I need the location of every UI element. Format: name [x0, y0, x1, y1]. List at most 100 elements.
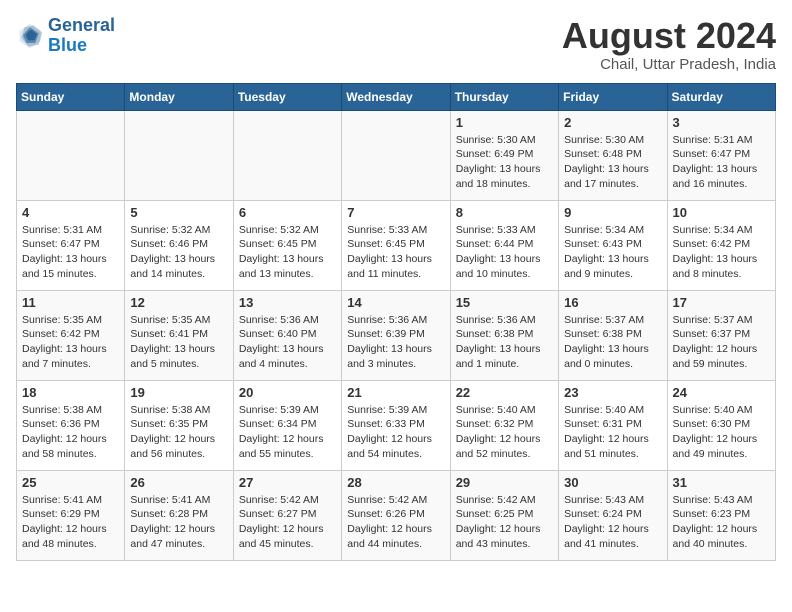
month-title: August 2024: [562, 16, 776, 56]
day-number: 20: [239, 385, 336, 400]
calendar-cell: 12Sunrise: 5:35 AMSunset: 6:41 PMDayligh…: [125, 290, 233, 380]
weekday-header-wednesday: Wednesday: [342, 83, 450, 110]
calendar-cell: 16 Sunrise: 5:37 AMSunset: 6:38 PMDayligh…: [559, 290, 667, 380]
day-number: 17: [673, 295, 770, 310]
day-number: 4: [22, 205, 119, 220]
day-number: 19: [130, 385, 227, 400]
calendar-cell: [17, 110, 125, 200]
day-number: 21: [347, 385, 444, 400]
day-number: 6: [239, 205, 336, 220]
day-info: Sunrise: 5:37 AMSunset: 6:38 PMDaylight:…: [564, 313, 661, 372]
day-number: 26: [130, 475, 227, 490]
calendar-cell: 1Sunrise: 5:30 AMSunset: 6:49 PMDaylight…: [450, 110, 558, 200]
day-info: Sunrise: 5:32 AMSunset: 6:45 PMDaylight:…: [239, 223, 336, 282]
day-number: 15: [456, 295, 553, 310]
day-number: 14: [347, 295, 444, 310]
calendar-cell: 11 Sunrise: 5:35 AMSunset: 6:42 PMDayligh…: [17, 290, 125, 380]
day-number: 2: [564, 115, 661, 130]
day-info: Sunrise: 5:38 AMSunset: 6:35 PMDaylight:…: [130, 403, 227, 462]
calendar-cell: 26 Sunrise: 5:41 AMSunset: 6:28 PMDayligh…: [125, 470, 233, 560]
day-number: 31: [673, 475, 770, 490]
day-number: 30: [564, 475, 661, 490]
calendar-cell: 24Sunrise: 5:40 AMSunset: 6:30 PMDayligh…: [667, 380, 775, 470]
calendar-cell: 13Sunrise: 5:36 AMSunset: 6:40 PMDayligh…: [233, 290, 341, 380]
day-number: 10: [673, 205, 770, 220]
day-number: 16: [564, 295, 661, 310]
day-info: Sunrise: 5:34 AMSunset: 6:43 PMDaylight:…: [564, 223, 661, 282]
day-info: Sunrise: 5:38 AMSunset: 6:36 PMDaylight:…: [22, 403, 119, 462]
calendar-cell: 8 Sunrise: 5:33 AMSunset: 6:44 PMDaylight…: [450, 200, 558, 290]
day-info: Sunrise: 5:43 AMSunset: 6:23 PMDaylight:…: [673, 493, 770, 552]
calendar-cell: 15 Sunrise: 5:36 AMSunset: 6:38 PMDayligh…: [450, 290, 558, 380]
calendar-cell: 2 Sunrise: 5:30 AMSunset: 6:48 PMDaylight…: [559, 110, 667, 200]
day-number: 3: [673, 115, 770, 130]
day-number: 5: [130, 205, 227, 220]
calendar-cell: 9Sunrise: 5:34 AMSunset: 6:43 PMDaylight…: [559, 200, 667, 290]
day-info: Sunrise: 5:30 AMSunset: 6:48 PMDaylight:…: [564, 133, 661, 192]
day-number: 7: [347, 205, 444, 220]
day-info: Sunrise: 5:39 AMSunset: 6:33 PMDaylight:…: [347, 403, 444, 462]
day-info: Sunrise: 5:35 AMSunset: 6:41 PMDaylight:…: [130, 313, 227, 372]
weekday-header-saturday: Saturday: [667, 83, 775, 110]
calendar-cell: [342, 110, 450, 200]
day-info: Sunrise: 5:31 AMSunset: 6:47 PMDaylight:…: [22, 223, 119, 282]
calendar-week-row: 4 Sunrise: 5:31 AMSunset: 6:47 PMDaylight…: [17, 200, 776, 290]
weekday-header-sunday: Sunday: [17, 83, 125, 110]
calendar-cell: 7 Sunrise: 5:33 AMSunset: 6:45 PMDaylight…: [342, 200, 450, 290]
day-info: Sunrise: 5:41 AMSunset: 6:28 PMDaylight:…: [130, 493, 227, 552]
calendar-cell: 31 Sunrise: 5:43 AMSunset: 6:23 PMDayligh…: [667, 470, 775, 560]
day-number: 13: [239, 295, 336, 310]
day-info: Sunrise: 5:40 AMSunset: 6:30 PMDaylight:…: [673, 403, 770, 462]
weekday-header-monday: Monday: [125, 83, 233, 110]
location: Chail, Uttar Pradesh, India: [562, 56, 776, 73]
calendar-cell: 10 Sunrise: 5:34 AMSunset: 6:42 PMDayligh…: [667, 200, 775, 290]
calendar-cell: 22Sunrise: 5:40 AMSunset: 6:32 PMDayligh…: [450, 380, 558, 470]
day-number: 27: [239, 475, 336, 490]
day-number: 23: [564, 385, 661, 400]
day-info: Sunrise: 5:39 AMSunset: 6:34 PMDaylight:…: [239, 403, 336, 462]
day-info: Sunrise: 5:36 AMSunset: 6:38 PMDaylight:…: [456, 313, 553, 372]
calendar-cell: 18Sunrise: 5:38 AMSunset: 6:36 PMDayligh…: [17, 380, 125, 470]
day-number: 25: [22, 475, 119, 490]
calendar-cell: 20 Sunrise: 5:39 AMSunset: 6:34 PMDayligh…: [233, 380, 341, 470]
day-info: Sunrise: 5:33 AMSunset: 6:45 PMDaylight:…: [347, 223, 444, 282]
day-info: Sunrise: 5:43 AMSunset: 6:24 PMDaylight:…: [564, 493, 661, 552]
weekday-header-thursday: Thursday: [450, 83, 558, 110]
calendar-week-row: 11 Sunrise: 5:35 AMSunset: 6:42 PMDayligh…: [17, 290, 776, 380]
calendar-cell: 21 Sunrise: 5:39 AMSunset: 6:33 PMDayligh…: [342, 380, 450, 470]
day-info: Sunrise: 5:32 AMSunset: 6:46 PMDaylight:…: [130, 223, 227, 282]
calendar-table: SundayMondayTuesdayWednesdayThursdayFrid…: [16, 83, 776, 561]
title-block: August 2024 Chail, Uttar Pradesh, India: [562, 16, 776, 73]
calendar-cell: 30 Sunrise: 5:43 AMSunset: 6:24 PMDayligh…: [559, 470, 667, 560]
day-info: Sunrise: 5:30 AMSunset: 6:49 PMDaylight:…: [456, 133, 553, 192]
day-number: 29: [456, 475, 553, 490]
day-number: 11: [22, 295, 119, 310]
calendar-cell: [125, 110, 233, 200]
calendar-week-row: 25 Sunrise: 5:41 AMSunset: 6:29 PMDayligh…: [17, 470, 776, 560]
logo-icon: [16, 22, 44, 50]
logo-line2: Blue: [48, 35, 87, 55]
weekday-header-tuesday: Tuesday: [233, 83, 341, 110]
calendar-week-row: 18Sunrise: 5:38 AMSunset: 6:36 PMDayligh…: [17, 380, 776, 470]
day-info: Sunrise: 5:42 AMSunset: 6:26 PMDaylight:…: [347, 493, 444, 552]
calendar-cell: 6 Sunrise: 5:32 AMSunset: 6:45 PMDaylight…: [233, 200, 341, 290]
day-info: Sunrise: 5:41 AMSunset: 6:29 PMDaylight:…: [22, 493, 119, 552]
calendar-cell: 19 Sunrise: 5:38 AMSunset: 6:35 PMDayligh…: [125, 380, 233, 470]
day-info: Sunrise: 5:34 AMSunset: 6:42 PMDaylight:…: [673, 223, 770, 282]
calendar-cell: 5 Sunrise: 5:32 AMSunset: 6:46 PMDaylight…: [125, 200, 233, 290]
day-info: Sunrise: 5:31 AMSunset: 6:47 PMDaylight:…: [673, 133, 770, 192]
day-info: Sunrise: 5:42 AMSunset: 6:27 PMDaylight:…: [239, 493, 336, 552]
day-info: Sunrise: 5:36 AMSunset: 6:39 PMDaylight:…: [347, 313, 444, 372]
weekday-header-friday: Friday: [559, 83, 667, 110]
calendar-cell: 23Sunrise: 5:40 AMSunset: 6:31 PMDayligh…: [559, 380, 667, 470]
weekday-header-row: SundayMondayTuesdayWednesdayThursdayFrid…: [17, 83, 776, 110]
day-info: Sunrise: 5:33 AMSunset: 6:44 PMDaylight:…: [456, 223, 553, 282]
day-number: 8: [456, 205, 553, 220]
calendar-cell: 4 Sunrise: 5:31 AMSunset: 6:47 PMDaylight…: [17, 200, 125, 290]
day-info: Sunrise: 5:35 AMSunset: 6:42 PMDaylight:…: [22, 313, 119, 372]
day-number: 22: [456, 385, 553, 400]
calendar-cell: 25 Sunrise: 5:41 AMSunset: 6:29 PMDayligh…: [17, 470, 125, 560]
page-header: General Blue August 2024 Chail, Uttar Pr…: [16, 16, 776, 73]
logo-line1: General: [48, 15, 115, 35]
calendar-cell: 3 Sunrise: 5:31 AMSunset: 6:47 PMDaylight…: [667, 110, 775, 200]
